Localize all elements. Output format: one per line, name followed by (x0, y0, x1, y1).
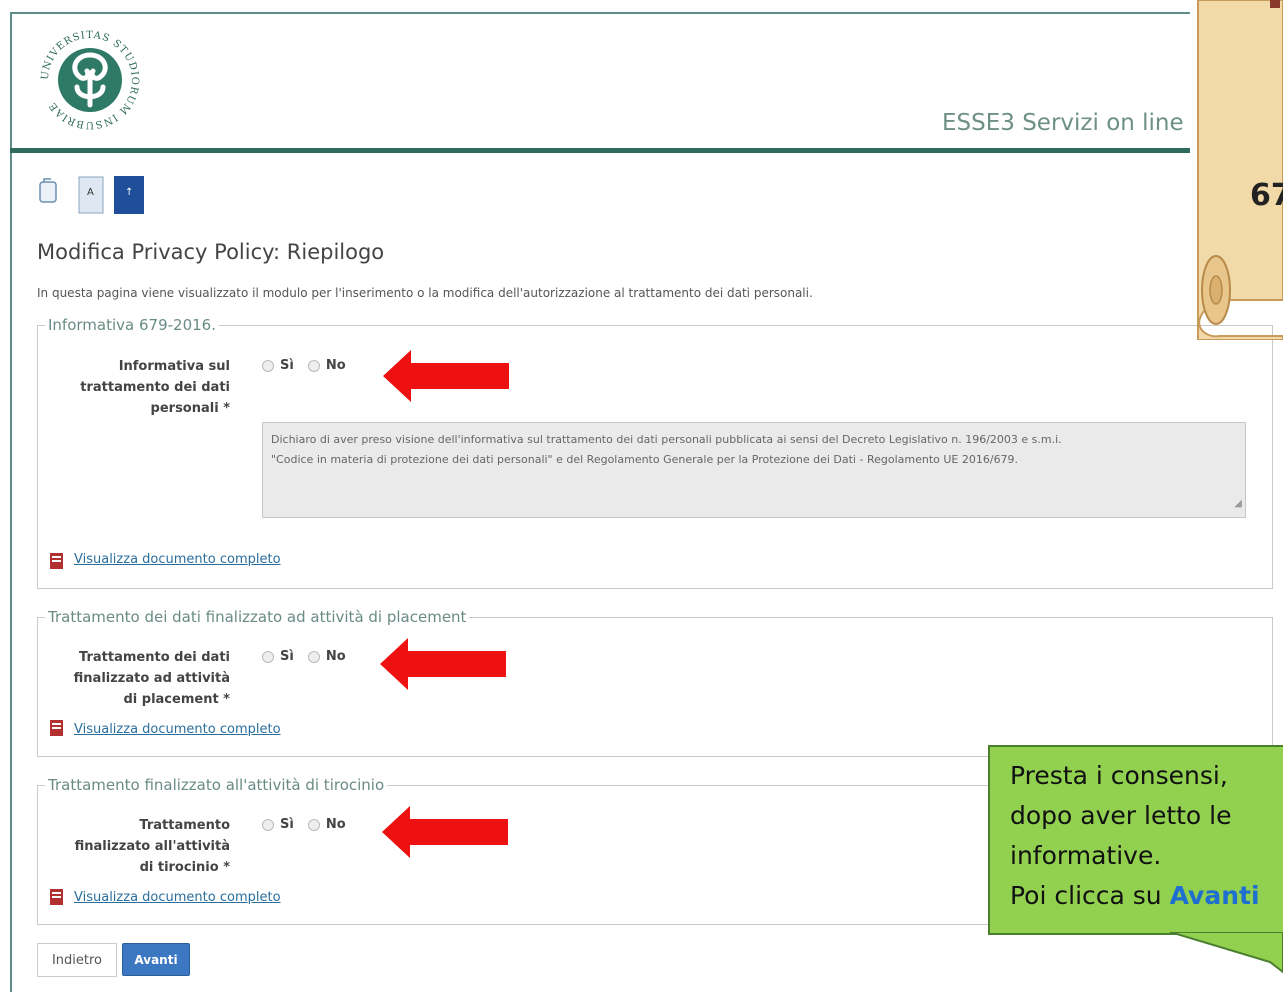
view-document-link[interactable]: Visualizza documento completo (74, 722, 281, 737)
callout-line: Poi clicca su Avanti (1010, 876, 1260, 916)
radio-no-label: No (325, 649, 346, 664)
label-line: di placement * (123, 692, 230, 707)
view-document-link[interactable]: Visualizza documento completo (74, 552, 281, 567)
callout-highlight: Avanti (1169, 881, 1260, 910)
callout-text: Presta i consensi, dopo aver letto le in… (1010, 756, 1260, 916)
field-label-tirocinio: Trattamento finalizzato all'attività di … (10, 815, 230, 878)
callout-line: dopo aver letto le (1010, 801, 1232, 830)
parchment-scroll-icon (1197, 0, 1283, 340)
font-size-small-button[interactable]: A (78, 176, 104, 218)
label-line: Trattamento (139, 818, 230, 833)
radio-yes-label: Sì (280, 358, 294, 373)
callout-line: informative. (1010, 841, 1162, 870)
radio-yes-tirocinio[interactable] (262, 818, 274, 831)
red-arrow-icon (382, 806, 508, 858)
callout-line: Presta i consensi, (1010, 761, 1228, 790)
legend-placement: Trattamento dei dati finalizzato ad atti… (45, 608, 470, 626)
radio-no-informativa[interactable] (307, 359, 320, 372)
radio-no-placement[interactable] (307, 650, 320, 663)
radio-no-label: No (325, 358, 346, 373)
label-line: personali * (150, 401, 230, 416)
radio-group-informativa: Sì No (262, 358, 346, 373)
font-size-small-label: A (87, 187, 94, 198)
informativa-text-line: Dichiaro di aver preso visione dell'info… (271, 433, 1062, 446)
field-label-informativa: Informativa sul trattamento dei dati per… (10, 356, 230, 419)
pdf-document-icon (50, 720, 63, 736)
callout-prefix: Poi clicca su (1010, 881, 1170, 910)
resize-handle-icon[interactable]: ◢ (1234, 494, 1242, 514)
informativa-textarea[interactable]: Dichiaro di aver preso visione dell'info… (262, 422, 1246, 518)
next-button[interactable]: Avanti (122, 943, 190, 976)
font-size-large-label: ↑ (125, 187, 134, 198)
radio-group-tirocinio: Sì No (262, 817, 346, 832)
label-line: Informativa sul (118, 359, 230, 374)
service-title: ESSE3 Servizi on line (942, 110, 1184, 136)
label-line: Trattamento dei dati (79, 650, 230, 665)
radio-no-label: No (325, 817, 346, 832)
radio-no-tirocinio[interactable] (307, 818, 320, 831)
label-line: finalizzato all'attività (74, 839, 230, 854)
view-document-link[interactable]: Visualizza documento completo (74, 890, 281, 905)
pdf-document-icon (50, 889, 63, 905)
university-logo: UNIVERSITAS STUDIORUM INSUBRIAE (35, 25, 145, 139)
red-arrow-icon (383, 350, 509, 402)
page-intro: In questa pagina viene visualizzato il m… (37, 286, 813, 300)
callout-pointer-icon (1170, 932, 1283, 974)
label-line: di tirocinio * (139, 860, 230, 875)
legend-informativa: Informativa 679-2016. (45, 316, 219, 334)
label-line: finalizzato ad attività (73, 671, 230, 686)
informativa-text-line: "Codice in materia di protezione dei dat… (271, 453, 1019, 466)
accessibility-icon[interactable] (37, 176, 61, 210)
radio-yes-placement[interactable] (262, 650, 274, 663)
red-arrow-icon (380, 638, 506, 690)
scroll-number: 67 (1250, 178, 1283, 213)
legend-tirocinio: Trattamento finalizzato all'attività di … (45, 776, 388, 794)
radio-yes-label: Sì (280, 817, 294, 832)
pdf-document-icon (50, 553, 63, 569)
radio-yes-label: Sì (280, 649, 294, 664)
radio-yes-informativa[interactable] (262, 359, 274, 372)
header-divider (10, 148, 1190, 153)
back-button[interactable]: Indietro (37, 943, 117, 977)
page-title: Modifica Privacy Policy: Riepilogo (37, 240, 385, 264)
radio-group-placement: Sì No (262, 649, 346, 664)
font-size-large-button[interactable]: ↑ (114, 176, 144, 218)
label-line: trattamento dei dati (80, 380, 230, 395)
field-label-placement: Trattamento dei dati finalizzato ad atti… (10, 647, 230, 710)
